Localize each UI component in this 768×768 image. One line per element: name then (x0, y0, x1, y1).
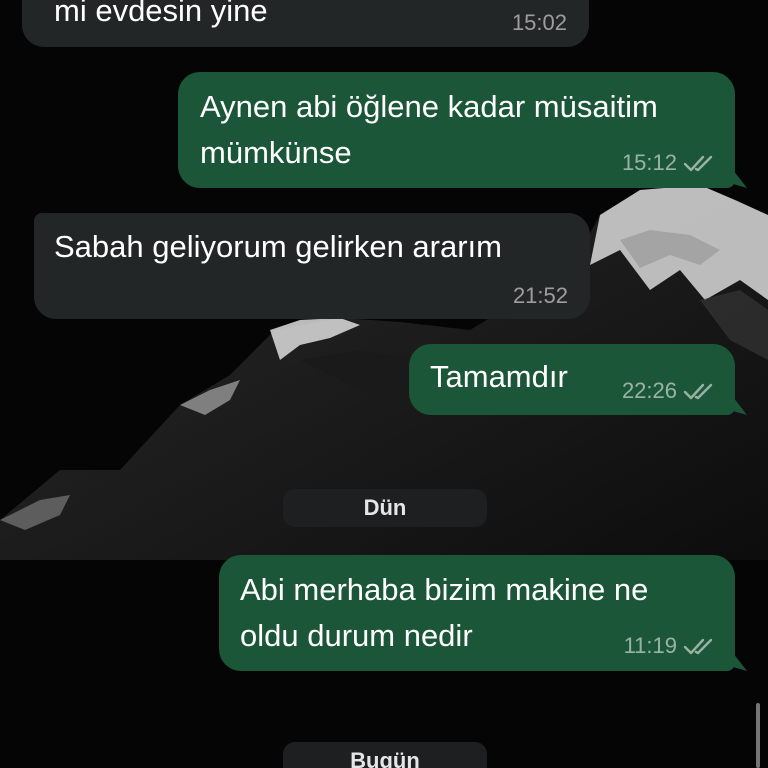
double-check-icon (683, 638, 713, 655)
double-check-icon (683, 155, 713, 172)
date-separator: Dün (283, 489, 487, 527)
double-check-icon (683, 383, 713, 400)
message-time: 15:12 (621, 150, 677, 175)
message-bubble-incoming[interactable]: mi evdesin yine 15:02 (22, 0, 589, 47)
message-time: 15:02 (511, 10, 567, 35)
message-text: Aynen abi öğlene kadar müsaitim mümkünse (200, 89, 658, 170)
message-bubble-incoming[interactable]: Sabah geliyorum gelirken ararım 21:52 (34, 213, 590, 319)
message-meta: 22:26 (622, 378, 715, 404)
message-bubble-outgoing[interactable]: Tamamdır 22:26 (409, 344, 735, 415)
message-text: Tamamdır (430, 359, 568, 394)
message-meta: 15:12 (622, 150, 715, 176)
message-text: mi evdesin yine (54, 0, 268, 28)
bubble-tail-outgoing (733, 653, 747, 671)
message-bubble-outgoing[interactable]: Aynen abi öğlene kadar müsaitim mümkünse… (178, 72, 735, 188)
bubble-tail-outgoing (733, 170, 747, 188)
message-meta: 11:19 (624, 633, 715, 659)
date-separator: Bugün (283, 742, 487, 768)
bubble-tail-outgoing (733, 397, 747, 415)
message-meta: 15:02 (512, 10, 567, 36)
message-time: 11:19 (623, 633, 677, 658)
message-bubble-outgoing[interactable]: Abi merhaba bizim makine ne oldu durum n… (219, 555, 735, 671)
message-text: Sabah geliyorum gelirken ararım (54, 229, 502, 264)
message-time: 21:52 (512, 283, 568, 308)
message-meta: 21:52 (513, 283, 568, 309)
chat-view[interactable]: mi evdesin yine 15:02 Aynen abi öğlene k… (0, 0, 768, 768)
message-text: Abi merhaba bizim makine ne oldu durum n… (240, 572, 649, 653)
scrollbar[interactable] (756, 703, 760, 768)
message-time: 22:26 (621, 378, 677, 403)
